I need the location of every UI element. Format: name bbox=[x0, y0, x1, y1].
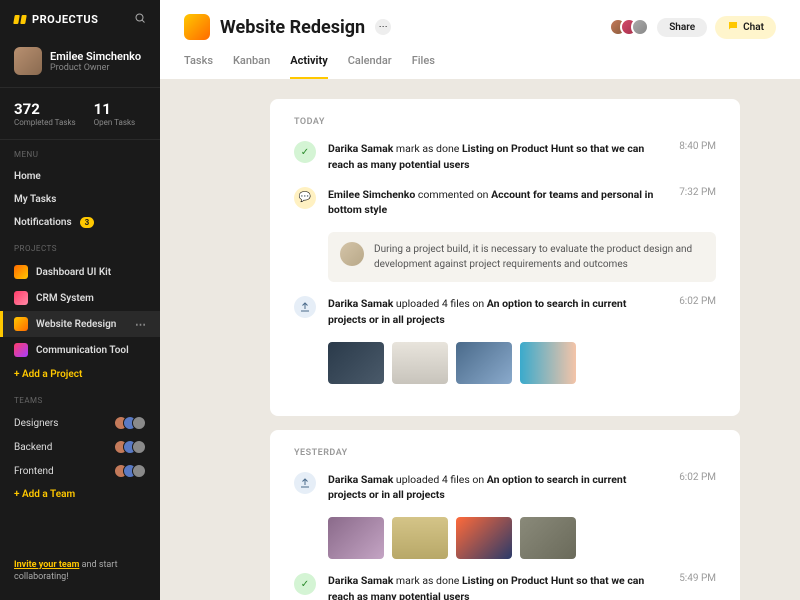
main-area: Website Redesign ⋯ Share Chat Tasks Kanb… bbox=[160, 0, 800, 600]
search-icon[interactable] bbox=[134, 12, 146, 27]
project-color-icon bbox=[14, 291, 28, 305]
sidebar-team-item[interactable]: Designers bbox=[0, 411, 160, 435]
check-icon: ✓ bbox=[294, 573, 316, 595]
sidebar-project-item[interactable]: CRM System bbox=[0, 285, 160, 311]
nav-home[interactable]: Home bbox=[0, 165, 160, 188]
activity-item: ✓ Darika Samak mark as done Listing on P… bbox=[294, 141, 716, 173]
project-color-icon bbox=[14, 317, 28, 331]
member-avatars[interactable] bbox=[616, 18, 649, 36]
tabs-row: Tasks Kanban Activity Calendar Files bbox=[184, 54, 776, 79]
activity-time: 7:32 PM bbox=[679, 187, 716, 219]
tab-calendar[interactable]: Calendar bbox=[348, 54, 392, 79]
activity-time: 5:49 PM bbox=[679, 573, 716, 600]
more-icon[interactable]: ⋯ bbox=[135, 318, 146, 331]
tab-files[interactable]: Files bbox=[412, 54, 435, 79]
file-thumbnail[interactable] bbox=[392, 517, 448, 559]
nav-notifications-label: Notifications bbox=[14, 217, 72, 228]
check-icon: ✓ bbox=[294, 141, 316, 163]
chat-icon bbox=[727, 20, 739, 35]
profile-avatar bbox=[14, 47, 42, 75]
open-label: Open Tasks bbox=[94, 118, 135, 127]
add-project-link[interactable]: + Add a Project bbox=[0, 363, 160, 386]
upload-icon bbox=[294, 472, 316, 494]
today-card: TODAY ✓ Darika Samak mark as done Listin… bbox=[270, 99, 740, 416]
activity-time: 6:02 PM bbox=[679, 296, 716, 328]
team-avatars bbox=[119, 416, 146, 430]
activity-feed: TODAY ✓ Darika Samak mark as done Listin… bbox=[160, 79, 800, 600]
team-avatars bbox=[119, 464, 146, 478]
completed-count: 372 bbox=[14, 100, 76, 118]
file-thumbnail[interactable] bbox=[456, 517, 512, 559]
profile-name: Emilee Simchenko bbox=[50, 50, 141, 63]
tab-tasks[interactable]: Tasks bbox=[184, 54, 213, 79]
sidebar-project-item[interactable]: Dashboard UI Kit bbox=[0, 259, 160, 285]
file-thumbnail[interactable] bbox=[328, 342, 384, 384]
activity-item: Darika Samak uploaded 4 files on An opti… bbox=[294, 472, 716, 504]
brand-logo-icon bbox=[14, 15, 26, 24]
project-color-icon bbox=[14, 343, 28, 357]
team-avatars bbox=[119, 440, 146, 454]
file-thumbnail[interactable] bbox=[520, 517, 576, 559]
profile-block[interactable]: Emilee Simchenko Product Owner bbox=[0, 39, 160, 88]
activity-item: 💬 Emilee Simchenko commented on Account … bbox=[294, 187, 716, 219]
notifications-badge: 3 bbox=[80, 217, 95, 228]
today-label: TODAY bbox=[294, 117, 716, 127]
sidebar-team-item[interactable]: Backend bbox=[0, 435, 160, 459]
comment-icon: 💬 bbox=[294, 187, 316, 209]
chat-button[interactable]: Chat bbox=[715, 16, 776, 39]
invite-link[interactable]: Invite your team bbox=[14, 560, 79, 570]
project-logo-icon bbox=[184, 14, 210, 40]
thumbnail-row bbox=[328, 342, 716, 384]
yesterday-label: YESTERDAY bbox=[294, 448, 716, 458]
comment-box: During a project build, it is necessary … bbox=[328, 232, 716, 282]
section-projects-title: PROJECTS bbox=[0, 234, 160, 259]
share-button[interactable]: Share bbox=[657, 18, 707, 37]
section-teams-title: TEAMS bbox=[0, 386, 160, 411]
page-title: Website Redesign bbox=[220, 17, 365, 38]
activity-time: 6:02 PM bbox=[679, 472, 716, 504]
sidebar-project-item[interactable]: Website Redesign⋯ bbox=[0, 311, 160, 337]
open-count: 11 bbox=[94, 100, 135, 118]
add-team-link[interactable]: + Add a Team bbox=[0, 483, 160, 506]
sidebar-team-item[interactable]: Frontend bbox=[0, 459, 160, 483]
tab-kanban[interactable]: Kanban bbox=[233, 54, 270, 79]
file-thumbnail[interactable] bbox=[392, 342, 448, 384]
brand-row: PROJECTUS bbox=[0, 12, 160, 39]
upload-icon bbox=[294, 296, 316, 318]
yesterday-card: YESTERDAY Darika Samak uploaded 4 files … bbox=[270, 430, 740, 600]
stats-row: 372 Completed Tasks 11 Open Tasks bbox=[0, 88, 160, 140]
nav-notifications[interactable]: Notifications 3 bbox=[0, 211, 160, 234]
activity-time: 8:40 PM bbox=[679, 141, 716, 173]
tab-activity[interactable]: Activity bbox=[290, 54, 328, 79]
activity-item: ✓ Darika Samak mark as done Listing on P… bbox=[294, 573, 716, 600]
brand-title: PROJECTUS bbox=[32, 13, 98, 26]
comment-avatar bbox=[340, 242, 364, 266]
completed-label: Completed Tasks bbox=[14, 118, 76, 127]
file-thumbnail[interactable] bbox=[456, 342, 512, 384]
thumbnail-row bbox=[328, 517, 716, 559]
invite-footer: Invite your team and start collaborating… bbox=[0, 545, 160, 588]
activity-item: Darika Samak uploaded 4 files on An opti… bbox=[294, 296, 716, 328]
nav-mytasks[interactable]: My Tasks bbox=[0, 188, 160, 211]
file-thumbnail[interactable] bbox=[520, 342, 576, 384]
page-header: Website Redesign ⋯ Share Chat Tasks Kanb… bbox=[160, 0, 800, 79]
sidebar-project-item[interactable]: Communication Tool bbox=[0, 337, 160, 363]
sidebar: PROJECTUS Emilee Simchenko Product Owner… bbox=[0, 0, 160, 600]
project-color-icon bbox=[14, 265, 28, 279]
project-more-button[interactable]: ⋯ bbox=[375, 19, 391, 35]
comment-text: During a project build, it is necessary … bbox=[374, 242, 704, 272]
section-menu-title: MENU bbox=[0, 140, 160, 165]
file-thumbnail[interactable] bbox=[328, 517, 384, 559]
profile-role: Product Owner bbox=[50, 63, 141, 73]
